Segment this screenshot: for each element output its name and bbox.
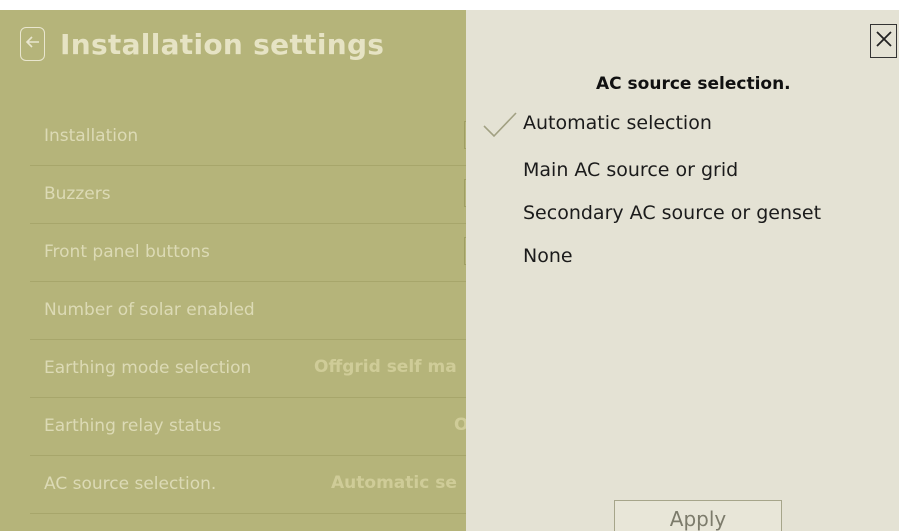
close-button[interactable] [870,24,897,58]
settings-row-earthing-relay-status[interactable]: Earthing relay status O [30,398,468,456]
row-label: Earthing mode selection [44,358,252,378]
row-label: Front panel buttons [44,242,210,262]
checkmark-icon [482,110,518,142]
option-main-ac-source[interactable]: Main AC source or grid [523,159,738,181]
settings-row-earthing-mode[interactable]: Earthing mode selection Offgrid self ma [30,340,466,398]
screen: Installation settings Installation Buzze… [0,10,899,531]
row-label: Number of solar enabled [44,300,255,320]
settings-row-front-panel-buttons[interactable]: Front panel buttons [30,224,472,282]
row-label: Buzzers [44,184,111,204]
row-value: Offgrid self ma [314,357,457,377]
row-value: Automatic se [331,473,457,493]
ac-source-drawer: AC source selection. Automatic selection… [466,10,899,531]
page-title: Installation settings [60,28,385,61]
drawer-title: AC source selection. [596,74,791,94]
apply-button[interactable]: Apply [614,500,782,531]
settings-page: Installation settings Installation Buzze… [0,10,472,531]
row-label: Installation [44,126,139,146]
settings-row-ac-source[interactable]: AC source selection. Automatic se [30,456,466,514]
settings-row-buzzers[interactable]: Buzzers [30,166,472,224]
row-label: AC source selection. [44,474,217,494]
back-button[interactable] [20,27,45,61]
option-none[interactable]: None [523,245,573,267]
option-automatic-selection[interactable]: Automatic selection [523,112,712,134]
close-icon [875,30,893,52]
option-secondary-ac-source[interactable]: Secondary AC source or genset [523,202,821,224]
row-label: Earthing relay status [44,416,222,436]
settings-row-number-of-solar[interactable]: Number of solar enabled [30,282,466,340]
settings-row-installation[interactable]: Installation [30,108,472,166]
arrow-left-icon [25,34,41,54]
